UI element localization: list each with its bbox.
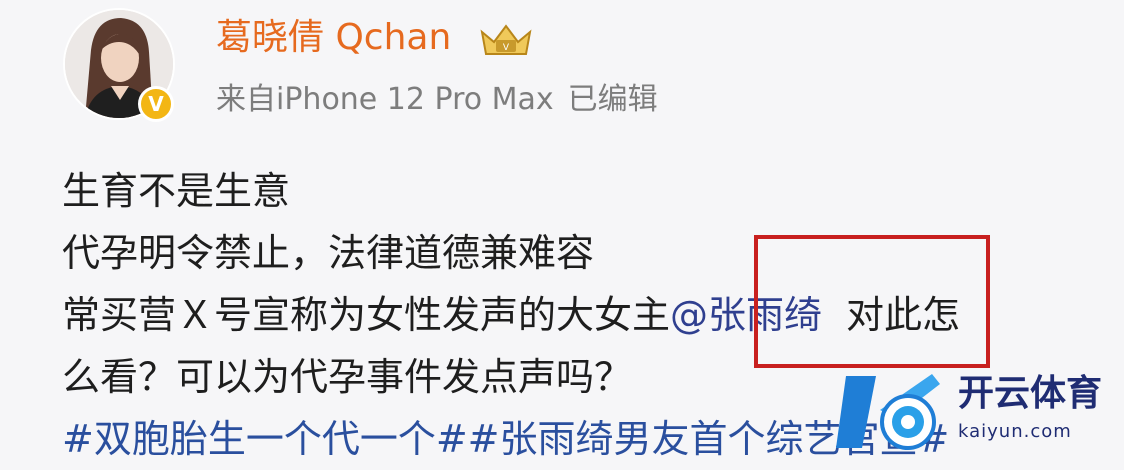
- highlight-box: [754, 235, 990, 368]
- watermark-domain: kaiyun.com: [958, 421, 1072, 442]
- post-meta: 来自iPhone 12 Pro Max 已编辑: [216, 80, 658, 120]
- svg-text:V: V: [503, 43, 510, 53]
- post-source: 来自iPhone 12 Pro Max: [216, 82, 554, 117]
- watermark-name: 开云体育: [958, 373, 1103, 414]
- post-line: 生育不是生意: [62, 169, 291, 213]
- crown-badge-icon: V: [480, 24, 532, 55]
- author-name[interactable]: 葛晓倩 Qchan: [216, 14, 451, 62]
- edited-label[interactable]: 已编辑: [568, 82, 658, 117]
- watermark-logo-icon: [836, 374, 940, 450]
- verified-v-icon: V: [138, 86, 174, 122]
- post-text: 常买营Ｘ号宣称为女性发声的大女主: [62, 293, 671, 337]
